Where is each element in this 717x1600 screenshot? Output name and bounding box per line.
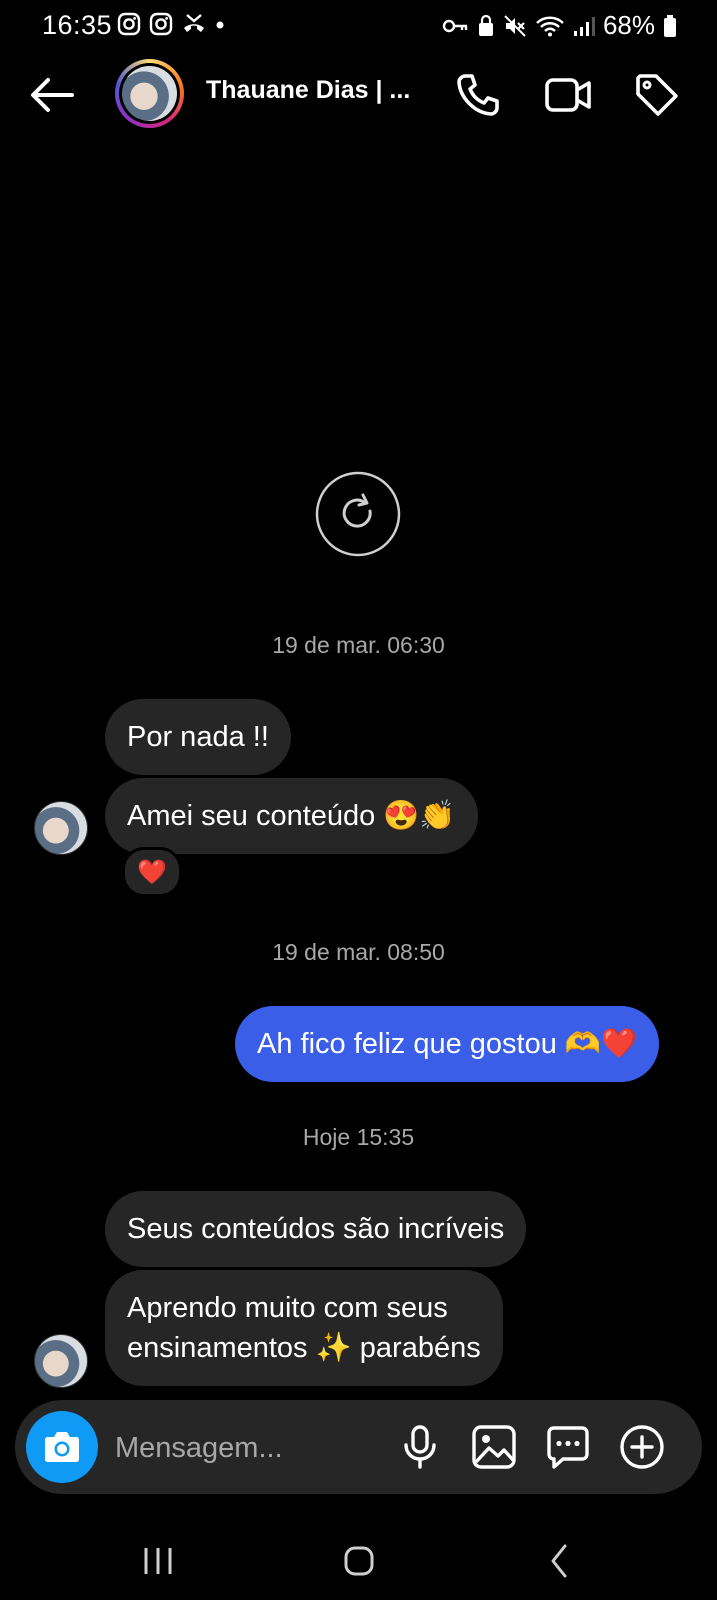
video-icon[interactable]	[543, 70, 593, 120]
message-input[interactable]	[113, 1420, 377, 1476]
sticker-icon[interactable]	[541, 1420, 595, 1474]
incoming-message[interactable]: Por nada !!	[105, 699, 291, 775]
reaction-badge[interactable]: ❤️	[122, 847, 182, 897]
dot-icon	[215, 12, 225, 36]
battery-level: 68%	[602, 10, 655, 40]
message-timestamp: 19 de mar. 06:30	[272, 632, 445, 658]
avatar-photo	[122, 66, 177, 121]
reload-icon[interactable]	[315, 471, 401, 557]
incoming-message[interactable]: Seus conteúdos são incríveis	[105, 1191, 527, 1267]
status-time: 16:35	[42, 10, 113, 40]
sender-avatar[interactable]	[34, 801, 88, 855]
message-timestamp: Hoje 15:35	[302, 1124, 415, 1150]
camera-icon	[26, 1411, 98, 1483]
lock-icon	[477, 14, 495, 38]
mute-icon	[503, 14, 527, 38]
recent-apps-icon[interactable]	[128, 1536, 188, 1586]
missed-call-icon	[181, 12, 207, 36]
sender-avatar[interactable]	[34, 1334, 88, 1388]
status-bar: 16:35 68%	[0, 0, 717, 50]
message-timestamp: 19 de mar. 08:50	[272, 939, 445, 965]
signal-icon	[573, 14, 595, 38]
outgoing-message[interactable]: Ah fico feliz que gostou 🫶❤️	[235, 1006, 660, 1082]
message-composer	[15, 1400, 702, 1494]
avatar[interactable]	[115, 59, 184, 128]
plus-icon[interactable]	[615, 1420, 669, 1474]
tag-icon[interactable]	[632, 70, 682, 120]
microphone-icon[interactable]	[393, 1420, 447, 1474]
key-icon	[441, 14, 469, 38]
gallery-icon[interactable]	[467, 1420, 521, 1474]
heart-reaction: ❤️	[137, 858, 167, 886]
instagram-icon	[117, 12, 141, 36]
wifi-icon	[535, 14, 565, 38]
back-arrow-icon[interactable]	[28, 74, 76, 116]
home-icon[interactable]	[329, 1536, 389, 1586]
contact-name[interactable]: Thauane Dias | ...	[206, 76, 410, 105]
back-nav-icon[interactable]	[530, 1536, 590, 1586]
incoming-message[interactable]: Amei seu conteúdo 😍👏	[105, 778, 478, 854]
system-navigation-bar	[0, 1520, 717, 1600]
incoming-message[interactable]: Aprendo muito com seus ensinamentos ✨ pa…	[105, 1270, 503, 1386]
instagram-icon	[149, 12, 173, 36]
battery-icon	[663, 14, 677, 38]
phone-icon[interactable]	[453, 70, 503, 120]
camera-button[interactable]	[26, 1411, 98, 1483]
chat-header: Thauane Dias | ...	[0, 56, 717, 136]
